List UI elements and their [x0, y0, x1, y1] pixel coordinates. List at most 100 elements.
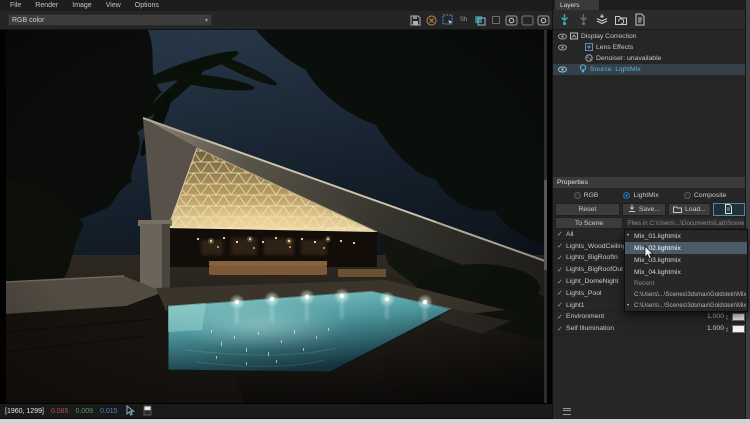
- save-label: Save...: [639, 206, 660, 213]
- properties-header: Properties: [553, 177, 747, 188]
- light-name: All: [566, 231, 574, 238]
- layer-row-source-lightmix[interactable]: Source: LightMix: [553, 64, 747, 75]
- checkbox-checked-icon[interactable]: ✓: [557, 289, 566, 297]
- save-button[interactable]: Save...: [622, 203, 666, 216]
- channel-select[interactable]: RGB color ▾: [8, 14, 212, 26]
- mode-radio-group: RGB LightMix Composite: [553, 188, 747, 202]
- radio-rgb[interactable]: RGB: [574, 192, 599, 199]
- spinner-down-icon[interactable]: ▾: [726, 329, 731, 332]
- stamp-icon[interactable]: Sh: [457, 13, 470, 27]
- panel-menu-icon[interactable]: [563, 408, 571, 415]
- menubar: File Render Image View Options: [0, 0, 556, 11]
- visibility-eye-icon[interactable]: [557, 33, 567, 40]
- radio-label: Composite: [694, 192, 727, 199]
- chevron-down-icon: ▾: [205, 17, 208, 24]
- layer-row-lens-effects[interactable]: Lens Effects: [553, 42, 747, 53]
- dropdown-recent-item[interactable]: C:\Users\...\Scenes\3dsmax\Goldstein\Mix…: [625, 289, 747, 300]
- menu-file[interactable]: File: [10, 2, 21, 9]
- dropdown-item-label: Mix_03.lightmix: [634, 257, 681, 264]
- menu-options[interactable]: Options: [135, 2, 159, 9]
- denoiser-icon: [585, 54, 593, 64]
- dropdown-item-label: Mix_04.lightmix: [634, 269, 681, 276]
- light-color-swatch[interactable]: [732, 313, 745, 321]
- menu-image[interactable]: Image: [72, 2, 91, 9]
- radio-label: LightMix: [633, 192, 658, 199]
- history-a-icon[interactable]: [521, 13, 534, 27]
- light-row[interactable]: ✓ Self Illumination 1.000 ▴ ▾: [553, 323, 747, 335]
- lightmix-bulb-icon: [579, 64, 587, 75]
- light-multiplier-value[interactable]: 1.000: [707, 325, 724, 332]
- lens-effects-icon: [585, 43, 593, 53]
- save-image-icon[interactable]: [409, 13, 422, 27]
- lightmix-file-dropdown: • Mix_01.lightmix Mix_02.lightmix Mix_03…: [624, 229, 748, 312]
- checkbox-checked-icon[interactable]: ✓: [557, 254, 566, 262]
- blue-value: 0.015: [100, 408, 118, 415]
- checkbox-checked-icon[interactable]: ✓: [557, 230, 566, 238]
- layer-label: Lens Effects: [596, 44, 633, 51]
- menu-render[interactable]: Render: [35, 2, 58, 9]
- rendered-image: [6, 30, 546, 403]
- spinner-stepper[interactable]: ▴ ▾: [726, 326, 731, 332]
- radio-composite[interactable]: Composite: [684, 192, 727, 199]
- light-name: Self Illumination: [566, 325, 614, 332]
- reset-button[interactable]: Reset: [555, 203, 620, 216]
- visibility-eye-icon[interactable]: [557, 44, 567, 51]
- document-icon[interactable]: [633, 12, 647, 27]
- radio-dot: [684, 192, 691, 199]
- checkbox-checked-icon[interactable]: ✓: [557, 325, 566, 333]
- add-layer-icon[interactable]: [557, 12, 571, 27]
- checkbox-checked-icon[interactable]: ✓: [557, 266, 566, 274]
- history-b-icon[interactable]: [537, 13, 550, 27]
- dropdown-recent-header: Recent: [625, 278, 747, 289]
- history-save-icon[interactable]: [505, 13, 518, 27]
- pixel-picker-icon[interactable]: [125, 405, 136, 418]
- tab-layers[interactable]: Layers: [555, 0, 599, 10]
- load-layers-icon[interactable]: [595, 12, 609, 27]
- checkbox-checked-icon[interactable]: ✓: [557, 242, 566, 250]
- recent-path-label: C:\Users\...\Scenes\3dsmax\Goldstein\Mix…: [634, 292, 747, 298]
- spinner-stepper[interactable]: ▴ ▾: [726, 314, 731, 320]
- dropdown-item[interactable]: • Mix_01.lightmix: [625, 230, 747, 242]
- layer-tree: Display Correction Lens Effects Denoiser…: [553, 31, 747, 75]
- radio-lightmix[interactable]: LightMix: [623, 192, 658, 199]
- light-name: Environment: [566, 313, 604, 320]
- checkbox-checked-icon[interactable]: ✓: [557, 278, 566, 286]
- recent-path-label: C:\Users\...\Scenes\3dsmax\Goldstein\Mix…: [634, 303, 747, 309]
- light-name: Light_DomeNight: [566, 278, 619, 285]
- dropdown-recent-item[interactable]: • C:\Users\...\Scenes\3dsmax\Goldstein\M…: [625, 300, 747, 311]
- color-swatch-icon[interactable]: [143, 405, 152, 418]
- clear-image-icon[interactable]: [425, 13, 438, 27]
- refresh-layers-icon[interactable]: [614, 12, 628, 27]
- panel-tabbar: Layers: [553, 0, 747, 10]
- to-scene-button[interactable]: To Scene: [555, 217, 623, 229]
- current-file-marker-icon: •: [627, 303, 629, 309]
- checkbox-checked-icon[interactable]: ✓: [557, 301, 566, 309]
- light-color-swatch[interactable]: [732, 325, 745, 333]
- load-button[interactable]: Load...: [668, 203, 710, 216]
- render-viewport[interactable]: [0, 30, 556, 403]
- lightmix-file-menu-button[interactable]: [713, 203, 745, 216]
- radio-dot-selected: [623, 192, 630, 199]
- window-scrollbar[interactable]: [745, 0, 750, 419]
- toolbar: RGB color ▾ Sh: [0, 11, 556, 30]
- save-download-icon: [628, 204, 636, 215]
- dropdown-item-label: Mix_01.lightmix: [634, 233, 681, 240]
- light-multiplier-value[interactable]: 1.000: [707, 313, 724, 320]
- light-name: Lights_Pool: [566, 290, 602, 297]
- duplicate-buffer-icon[interactable]: [489, 13, 502, 27]
- layer-row-display-correction[interactable]: Display Correction: [553, 31, 747, 42]
- spinner-down-icon[interactable]: ▾: [726, 317, 731, 320]
- load-label: Load...: [685, 206, 706, 213]
- window-bottom-edge: [0, 419, 750, 424]
- dropdown-item[interactable]: Mix_04.lightmix: [625, 266, 747, 278]
- region-render-icon[interactable]: [441, 13, 454, 27]
- checkbox-checked-icon[interactable]: ✓: [557, 313, 566, 321]
- visibility-eye-icon[interactable]: [557, 66, 567, 73]
- menu-view[interactable]: View: [106, 2, 121, 9]
- light-row[interactable]: ✓ Environment 1.000 ▴ ▾: [553, 312, 747, 324]
- layer-row-denoiser[interactable]: Denoiser: unavailable: [553, 53, 747, 64]
- current-file-marker-icon: •: [627, 233, 629, 239]
- compare-buffers-icon[interactable]: [473, 13, 486, 27]
- statusbar: [1960, 1299] 0.085 0.009 0.015: [0, 403, 556, 418]
- viewport-scrollbar-thumb[interactable]: [544, 180, 547, 270]
